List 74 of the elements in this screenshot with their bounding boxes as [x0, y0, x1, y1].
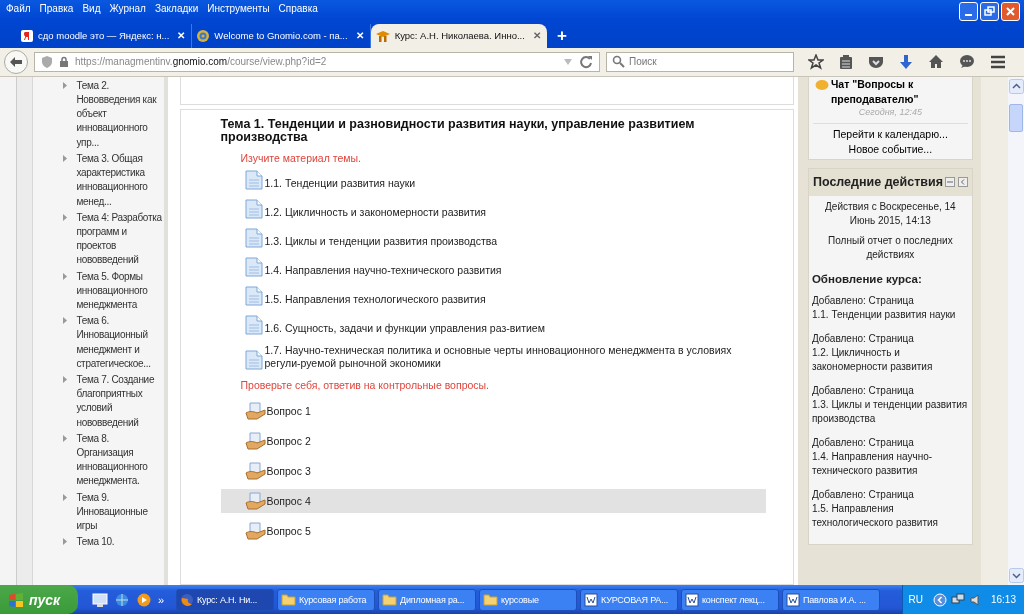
- quiz-row[interactable]: Вопрос 1: [220, 398, 766, 423]
- sidebar-link[interactable]: Тема 6. Инновационный менеджмент и стратегическое...: [76, 314, 164, 371]
- page-link[interactable]: 1.2. Цикличность и закономерности развития: [264, 205, 486, 219]
- sidebar-link[interactable]: Тема 4: Разработка программ и проектов нововведений: [76, 210, 164, 268]
- quiz-row[interactable]: Вопрос 5: [220, 518, 766, 543]
- taskbar-button[interactable]: Курс: А.Н. Ни...: [176, 588, 274, 611]
- sidebar-link[interactable]: Тема 2. Нововведения как объект инновационного упр...: [76, 78, 164, 150]
- update-action: Добавлено: Страница: [811, 487, 915, 502]
- page-link[interactable]: 1.5. Направления технологического развития: [264, 292, 486, 306]
- sidebar-link[interactable]: Тема 7. Создание благоприятных условий нововведений: [76, 372, 164, 430]
- event-time: Сегодня, 12:45: [812, 106, 968, 124]
- taskbar-button[interactable]: Курсовая работа: [277, 588, 375, 611]
- url-text: https://managmentinv.gnomio.com/course/view.php?id=2: [75, 56, 327, 68]
- address-field[interactable]: https://managmentinv.gnomio.com/course/view.php?id=2: [34, 51, 600, 72]
- menu-item[interactable]: Вид: [80, 3, 108, 14]
- browser-tab[interactable]: Welcome to Gnomio.com - па... ✕: [192, 23, 371, 48]
- tab-close-button[interactable]: ✕: [355, 30, 364, 42]
- quiz-link[interactable]: Вопрос 3: [266, 464, 311, 477]
- new-tab-button[interactable]: +: [546, 23, 577, 48]
- page-link[interactable]: 1.7. Научно-техническая политика и основные черты инновационного менеджмента в условиях регули-руемой рыночной экономики: [264, 343, 745, 370]
- menu-item[interactable]: Закладки: [152, 3, 206, 14]
- taskbar-button[interactable]: Павлова И.А. ...: [782, 588, 880, 611]
- update-action: Добавлено: Страница: [811, 383, 915, 398]
- event-link[interactable]: Чат "Вопросы к преподавателю": [830, 76, 968, 107]
- update-action: Добавлено: Страница: [811, 293, 915, 308]
- more-button[interactable]: »: [158, 593, 165, 606]
- quiz-link[interactable]: Вопрос 4: [266, 494, 311, 507]
- report-link[interactable]: Полный отчет о последних действиях: [811, 233, 969, 262]
- quiz-row[interactable]: Вопрос 2: [220, 428, 766, 453]
- browser-tab[interactable]: Курс: А.Н. Николаева. Инно... ✕: [370, 23, 547, 48]
- quiz-row[interactable]: Вопрос 4: [220, 488, 766, 513]
- menu-item[interactable]: Правка: [37, 3, 81, 14]
- taskbar-button[interactable]: КУРСОВАЯ РА...: [580, 588, 678, 611]
- activity-since: Действия с Воскресенье, 14 Июнь 2015, 14:13: [824, 199, 957, 228]
- quiz-row[interactable]: Вопрос 3: [220, 458, 766, 483]
- page-link[interactable]: 1.6. Сущность, задачи и функции управления раз-витием: [264, 321, 545, 335]
- instruction-text: Изучите материал темы.: [240, 151, 362, 164]
- update-link[interactable]: 1.4. Направления научно-технического развития: [811, 449, 969, 478]
- tab-close-button[interactable]: ✕: [177, 30, 186, 42]
- quiz-link[interactable]: Вопрос 1: [266, 404, 311, 417]
- sidebar-link[interactable]: Тема 10.: [76, 535, 164, 550]
- update-action: Добавлено: Страница: [811, 331, 915, 346]
- page-link[interactable]: 1.4. Направления научно-технического развития: [264, 263, 502, 277]
- update-action: Добавлено: Страница: [811, 435, 915, 450]
- clock: 16:13: [990, 594, 1016, 605]
- update-link[interactable]: 1.1. Тенденции развития науки: [811, 307, 969, 322]
- calendar-link[interactable]: Новое событие...: [848, 142, 933, 155]
- sidebar-link[interactable]: Тема 9. Инновационные игры: [76, 490, 164, 534]
- instruction-text: Проверьте себя, ответив на контрольные вопросы.: [240, 378, 491, 391]
- browser-tab[interactable]: сдо moodle это — Яндекс: н... ✕: [16, 23, 193, 48]
- update-link[interactable]: 1.5. Направления технологического развития: [811, 501, 969, 530]
- taskbar-button[interactable]: конспект лекц...: [681, 588, 779, 611]
- quiz-link[interactable]: Вопрос 2: [266, 434, 311, 447]
- tab-close-button[interactable]: ✕: [532, 30, 541, 42]
- block-title: Последние действия: [812, 173, 943, 191]
- topic-title: Тема 1. Тенденции и разновидности развития науки, управление развитием производства: [220, 117, 696, 144]
- sidebar-link[interactable]: Тема 8. Организация инновационного менеджмента.: [76, 431, 164, 489]
- page-link[interactable]: 1.3. Циклы и тенденции развития производства: [264, 234, 498, 248]
- sidebar-link[interactable]: Тема 5. Формы инновационного менеджмента: [76, 269, 164, 313]
- taskbar-button[interactable]: Дипломная ра...: [378, 588, 476, 611]
- menu-item[interactable]: Журнал: [107, 3, 153, 14]
- updates-heading: Обновление курса:: [811, 271, 923, 286]
- search-field[interactable]: Поиск: [606, 51, 794, 72]
- sidebar-link[interactable]: Тема 3. Общая характеристика инновационного менед...: [76, 151, 164, 209]
- calendar-link[interactable]: Перейти к календарю...: [832, 127, 948, 140]
- update-link[interactable]: 1.3. Циклы и тенденции развития производства: [811, 397, 969, 426]
- language-indicator[interactable]: RU: [908, 594, 923, 605]
- update-link[interactable]: 1.2. Цикличность и закономерности развития: [811, 345, 969, 374]
- menu-item[interactable]: Файл: [4, 3, 38, 14]
- page-link[interactable]: 1.1. Тенденции развития науки: [264, 176, 416, 190]
- quiz-link[interactable]: Вопрос 5: [266, 524, 311, 537]
- menu-item[interactable]: Инструменты: [205, 3, 277, 14]
- taskbar-button[interactable]: курсовые: [479, 588, 577, 611]
- menu-item[interactable]: Справка: [276, 3, 325, 14]
